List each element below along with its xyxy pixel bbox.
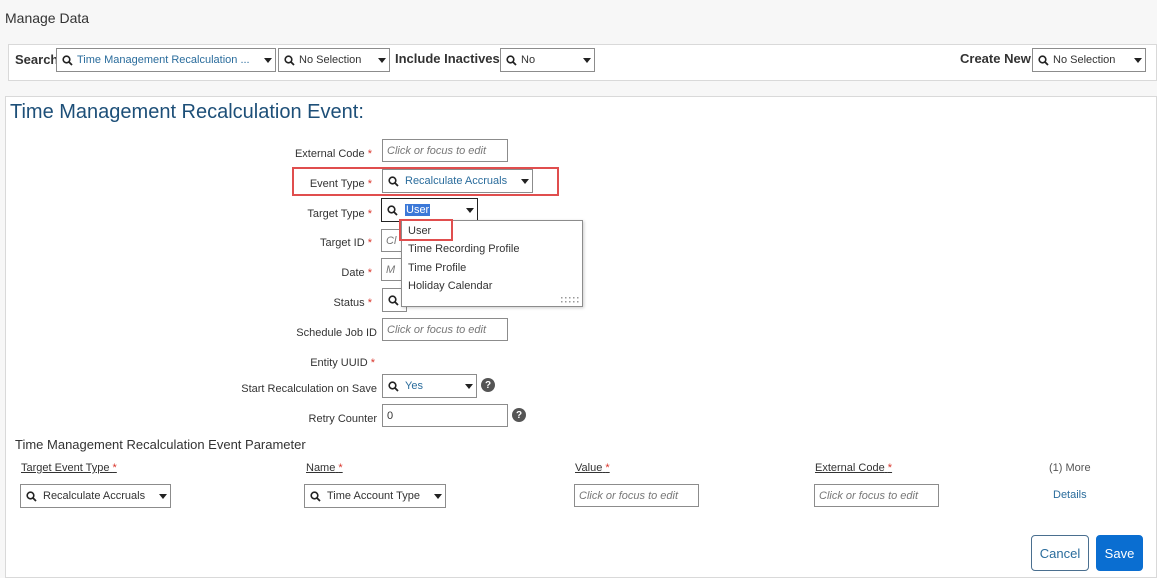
create-new-value: No Selection: [1053, 54, 1116, 66]
external-code-input[interactable]: Click or focus to edit: [382, 139, 508, 162]
target-type-label: Target Type *: [307, 208, 372, 220]
more-columns-label[interactable]: (1) More: [1049, 462, 1091, 474]
create-new-label: Create New: [960, 51, 1031, 66]
target-type-value: User: [405, 204, 431, 216]
event-type-select[interactable]: Recalculate Accruals: [382, 169, 533, 193]
include-inactives-select[interactable]: No: [500, 48, 595, 72]
event-type-label: Event Type *: [309, 178, 372, 190]
param-external-code-input[interactable]: Click or focus to edit: [814, 484, 939, 507]
user-option-highlight: [399, 219, 453, 241]
save-button[interactable]: Save: [1096, 535, 1143, 571]
option-time-recording-profile[interactable]: Time Recording Profile: [408, 243, 519, 255]
search-icon: [57, 54, 77, 66]
search-icon: [383, 294, 403, 306]
search-icon: [21, 490, 41, 502]
col-external-code: External Code *: [815, 462, 893, 474]
help-icon[interactable]: ?: [512, 408, 526, 422]
include-inactives-label: Include Inactives:: [395, 51, 505, 66]
param-target-event-type-value: Recalculate Accruals: [43, 490, 146, 502]
schedule-job-id-label: Schedule Job ID: [296, 327, 377, 339]
search-icon: [501, 54, 521, 66]
search-icon: [305, 490, 325, 502]
help-icon[interactable]: ?: [481, 378, 495, 392]
chevron-down-icon: [518, 178, 532, 184]
chevron-down-icon: [580, 57, 594, 63]
chevron-down-icon: [462, 383, 476, 389]
create-new-select[interactable]: No Selection: [1032, 48, 1146, 72]
search-icon: [382, 204, 402, 216]
search-instance-select[interactable]: No Selection: [278, 48, 390, 72]
search-icon: [383, 175, 403, 187]
search-object-value: Time Management Recalculation ...: [77, 54, 250, 66]
search-icon: [383, 380, 403, 392]
search-label: Search: [15, 52, 59, 67]
include-inactives-value: No: [521, 54, 536, 66]
chevron-down-icon: [1131, 57, 1145, 63]
param-name-value: Time Account Type: [327, 490, 420, 502]
target-id-label: Target ID *: [320, 237, 372, 249]
parameter-section-title: Time Management Recalculation Event Para…: [15, 437, 306, 452]
search-icon: [1033, 54, 1053, 66]
chevron-down-icon: [375, 57, 389, 63]
start-recalc-select[interactable]: Yes: [382, 374, 477, 398]
param-name-select[interactable]: Time Account Type: [304, 484, 446, 508]
param-value-input[interactable]: Click or focus to edit: [574, 484, 699, 507]
retry-counter-label: Retry Counter: [308, 413, 377, 425]
param-target-event-type-select[interactable]: Recalculate Accruals: [20, 484, 171, 508]
schedule-job-id-input[interactable]: Click or focus to edit: [382, 318, 508, 341]
retry-counter-input[interactable]: 0: [382, 404, 508, 427]
external-code-label: External Code *: [294, 148, 372, 160]
option-holiday-calendar[interactable]: Holiday Calendar: [408, 280, 492, 292]
status-label: Status *: [333, 297, 372, 309]
chevron-down-icon: [156, 493, 170, 499]
search-instance-value: No Selection: [299, 54, 362, 66]
chevron-down-icon: [261, 57, 275, 63]
cancel-button[interactable]: Cancel: [1031, 535, 1089, 571]
col-target-event-type: Target Event Type *: [21, 462, 117, 474]
option-time-profile[interactable]: Time Profile: [408, 262, 466, 274]
search-object-select[interactable]: Time Management Recalculation ...: [56, 48, 276, 72]
entity-uuid-label: Entity UUID *: [310, 357, 375, 369]
page-title: Manage Data: [5, 10, 90, 26]
chevron-down-icon: [463, 207, 477, 213]
date-label: Date *: [341, 267, 372, 279]
search-icon: [279, 54, 299, 66]
start-recalc-label: Start Recalculation on Save: [241, 383, 377, 395]
details-link[interactable]: Details: [1053, 489, 1087, 501]
col-name: Name *: [306, 462, 343, 474]
start-recalc-value: Yes: [405, 380, 423, 392]
resize-grip-icon[interactable]: [560, 296, 580, 304]
event-type-value: Recalculate Accruals: [405, 175, 508, 187]
col-value: Value *: [575, 462, 610, 474]
chevron-down-icon: [431, 493, 445, 499]
form-title: Time Management Recalculation Event:: [10, 101, 364, 123]
